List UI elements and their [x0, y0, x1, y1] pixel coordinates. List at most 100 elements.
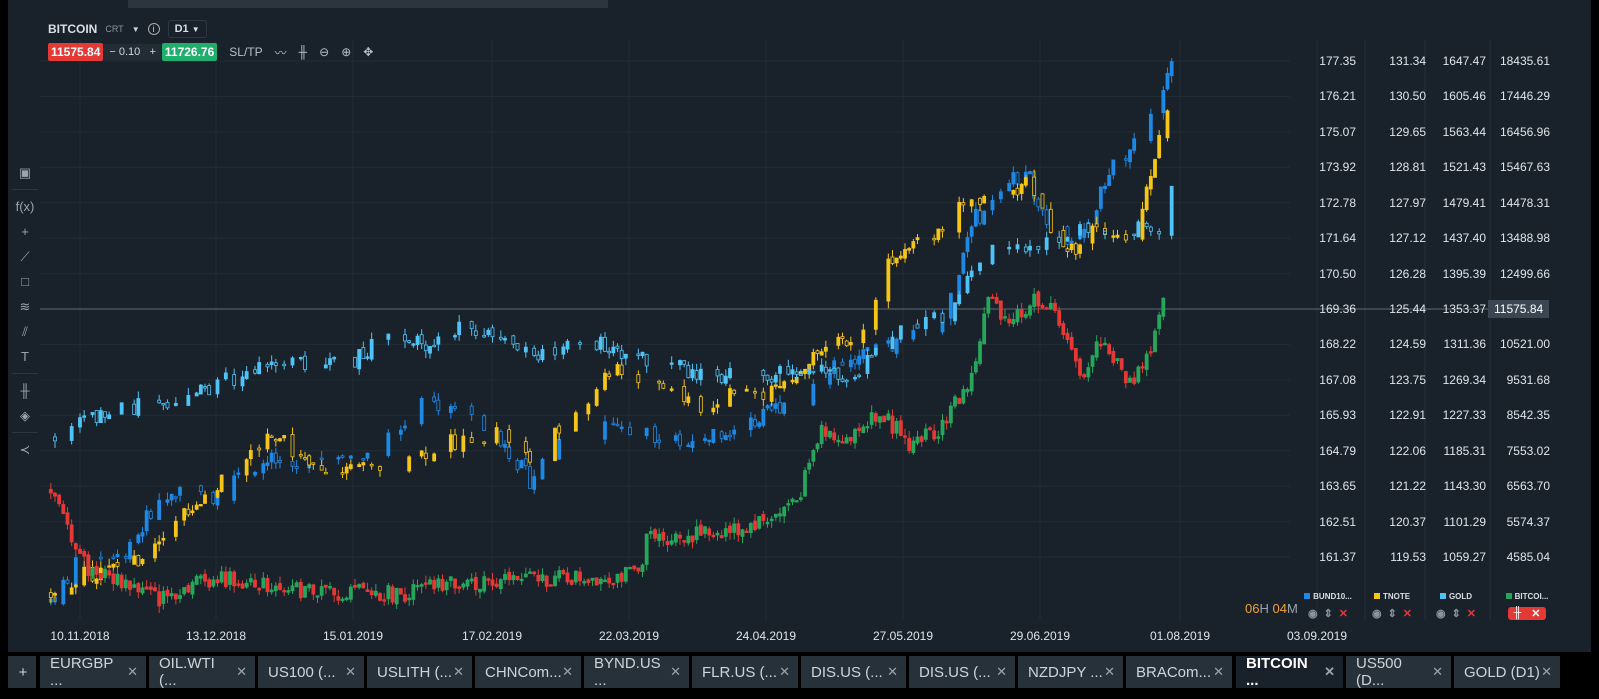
candle	[473, 330, 478, 336]
add-tab-button[interactable]: +	[8, 656, 36, 688]
candle	[161, 590, 166, 604]
candle	[636, 353, 641, 356]
rectangle-icon[interactable]: □	[8, 269, 42, 294]
close-tab-icon[interactable]: ✕	[345, 664, 356, 680]
chart-tab[interactable]: DIS.US (... ✕	[909, 656, 1015, 688]
info-icon[interactable]: i	[147, 23, 160, 35]
candle	[1015, 244, 1020, 250]
share-icon[interactable]: ≺	[8, 437, 42, 462]
close-tab-icon[interactable]: ✕	[779, 664, 790, 680]
candle	[853, 376, 857, 380]
channel-icon[interactable]: ⫽	[8, 319, 42, 344]
zoom-in-icon[interactable]: ⊕	[341, 45, 351, 59]
candle	[515, 460, 520, 471]
candle	[848, 359, 853, 368]
close-tab-icon[interactable]: ✕	[562, 664, 573, 680]
close-icon[interactable]: ✕	[1403, 607, 1412, 620]
sltp-button[interactable]: SL/TP	[229, 45, 262, 59]
eye-icon[interactable]: ◉	[1436, 607, 1446, 620]
close-tab-icon[interactable]: ✕	[996, 664, 1007, 680]
candle	[1132, 377, 1137, 384]
eye-icon[interactable]: ◉	[1372, 607, 1382, 620]
crosshair-icon[interactable]: +	[8, 219, 42, 244]
chart-tab[interactable]: FLR.US (... ✕	[692, 656, 798, 688]
candle	[1028, 305, 1032, 316]
candle	[1003, 316, 1007, 319]
close-tab-icon[interactable]: ✕	[1541, 664, 1552, 680]
chart-tab[interactable]: EURGBP ... ✕	[40, 655, 146, 689]
fibonacci-icon[interactable]: ≋	[8, 294, 42, 319]
candle	[711, 534, 716, 538]
chart-tab[interactable]: US500 (D... ✕	[1346, 655, 1451, 689]
chart-tab[interactable]: BITCOIN ... ✕	[1236, 655, 1343, 689]
indicator-fx-icon[interactable]: f(x)	[8, 194, 42, 219]
candle	[257, 588, 262, 591]
candle	[223, 571, 228, 587]
close-tab-icon[interactable]: ✕	[887, 664, 898, 680]
candle	[857, 374, 862, 378]
plus-icon[interactable]: +	[140, 46, 155, 58]
candle	[436, 399, 441, 412]
close-tab-icon[interactable]: ✕	[1432, 664, 1443, 680]
candles-icon[interactable]: ╫	[8, 378, 42, 403]
chart-tab[interactable]: BYND.US ... ✕	[584, 655, 689, 689]
chart-tab[interactable]: US100 (... ✕	[258, 656, 364, 688]
chevron-down-icon[interactable]: ▼	[132, 25, 140, 34]
reorder-icon[interactable]: ⇕	[1324, 607, 1333, 620]
close-icon[interactable]: ✕	[1531, 607, 1540, 620]
chart-tab[interactable]: OIL.WTI (... ✕	[149, 655, 255, 689]
close-tab-icon[interactable]: ✕	[670, 664, 681, 680]
line-chart-icon[interactable]: 〰	[275, 44, 287, 61]
reorder-icon[interactable]: ⇕	[1452, 607, 1461, 620]
candle	[840, 378, 845, 382]
price-axis-label: 1143.30	[1443, 479, 1487, 494]
chart-tab[interactable]: CHNCom... ✕	[475, 656, 581, 688]
text-icon[interactable]: T	[8, 344, 42, 369]
chart-tab[interactable]: BRACom... ✕	[1126, 656, 1232, 688]
candle	[244, 459, 249, 476]
lot-value[interactable]: 0.10	[119, 46, 140, 58]
candle	[432, 344, 437, 348]
layers-icon[interactable]: ◈	[8, 403, 42, 428]
chart-tab[interactable]: USLITH (... ✕	[367, 656, 472, 688]
minus-icon[interactable]: −	[109, 46, 118, 58]
candles-icon[interactable]: ╫	[299, 45, 308, 59]
move-icon[interactable]: ✥	[363, 45, 373, 59]
candle	[278, 460, 282, 463]
candles-icon[interactable]: ╫	[1513, 607, 1521, 620]
candle	[298, 356, 303, 360]
sell-button[interactable]: 11575.84	[48, 43, 104, 61]
chart-tab[interactable]: NZDJPY ... ✕	[1018, 656, 1123, 688]
candle	[594, 340, 599, 351]
close-tab-icon[interactable]: ✕	[236, 664, 247, 680]
candle	[811, 370, 816, 374]
candle	[640, 564, 645, 572]
candle	[1023, 246, 1028, 253]
close-icon[interactable]: ✕	[1339, 607, 1348, 620]
price-chart[interactable]	[0, 0, 1599, 652]
chart-tab[interactable]: DIS.US (... ✕	[801, 656, 906, 688]
close-icon[interactable]: ✕	[1467, 607, 1476, 620]
chart-tab[interactable]: GOLD (D1) ✕	[1454, 656, 1560, 688]
close-tab-icon[interactable]: ✕	[1213, 664, 1224, 680]
candle	[290, 357, 295, 366]
close-tab-icon[interactable]: ✕	[127, 664, 138, 680]
close-tab-icon[interactable]: ✕	[453, 664, 464, 680]
close-tab-icon[interactable]: ✕	[1324, 664, 1335, 680]
trendline-icon[interactable]: ⟋	[8, 244, 42, 269]
buy-button[interactable]: 11726.76	[161, 43, 218, 61]
candle	[82, 551, 87, 557]
eye-icon[interactable]: ◉	[1308, 607, 1318, 620]
candle	[107, 570, 112, 576]
candle	[594, 577, 599, 586]
candle	[107, 414, 112, 419]
chart-type-icon[interactable]: ▣	[8, 160, 42, 185]
timeframe-select[interactable]: D1 ▼	[167, 20, 207, 38]
close-tab-icon[interactable]: ✕	[1104, 664, 1115, 680]
lot-stepper[interactable]: − 0.10 +	[103, 44, 162, 60]
candle	[1036, 291, 1041, 307]
candle	[273, 452, 278, 464]
zoom-out-icon[interactable]: ⊖	[319, 45, 329, 59]
price-axis-label: 1563.44	[1442, 124, 1486, 139]
reorder-icon[interactable]: ⇕	[1388, 607, 1397, 620]
